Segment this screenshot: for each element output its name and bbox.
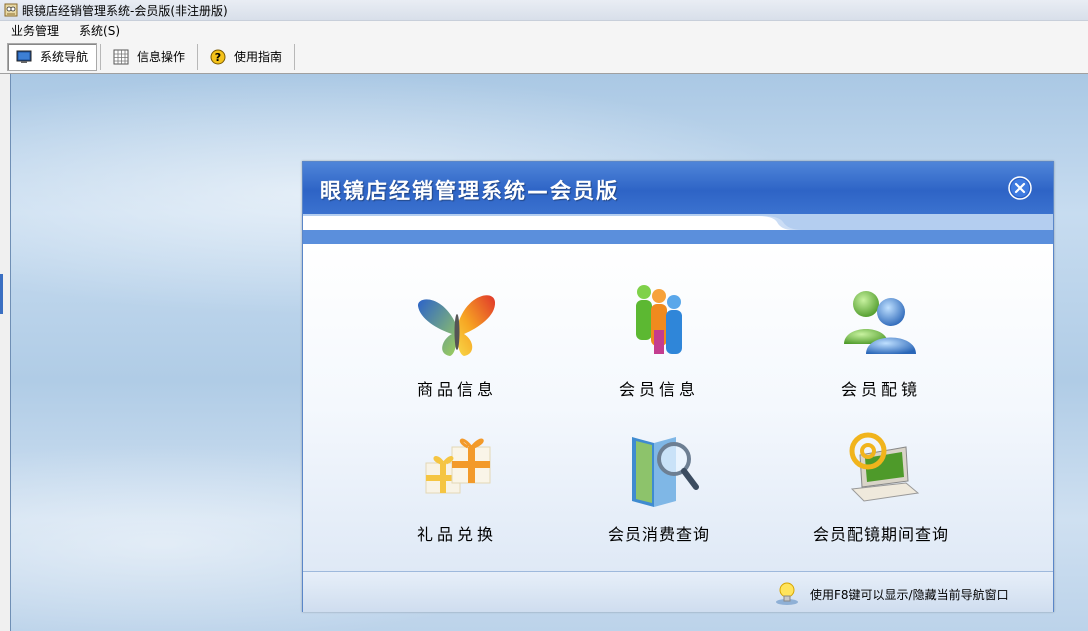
menu-system[interactable]: 系统(S) xyxy=(68,22,129,39)
tile-gift-exchange-label: 礼品兑换 xyxy=(416,525,497,544)
toolbar-separator xyxy=(197,43,199,70)
tile-member-info[interactable]: 会员信息 xyxy=(569,284,749,404)
toolbar-separator xyxy=(294,43,296,70)
lightbulb-icon xyxy=(776,582,798,605)
title-bar: 眼镜店经销管理系统-会员版(非注册版) xyxy=(0,0,1088,21)
navigation-body: 商品信息 会员信息 会员配镜 礼品兑换 会员消费查询 会员配镜期间查询 xyxy=(303,244,1053,571)
tile-glasses-period-query[interactable]: 会员配镜期间查询 xyxy=(791,429,971,549)
navigation-footer: 使用F8键可以显示/隐藏当前导航窗口 xyxy=(303,571,1053,612)
user-guide-button[interactable]: ? 使用指南 xyxy=(201,43,291,71)
grid-icon xyxy=(113,49,129,64)
people-group-icon xyxy=(636,285,682,354)
left-edge xyxy=(0,74,10,631)
tile-member-glasses-label: 会员配镜 xyxy=(840,380,921,399)
system-navigation-button[interactable]: 系统导航 xyxy=(7,42,98,71)
tile-product-info-label: 商品信息 xyxy=(416,380,497,399)
tile-product-info[interactable]: 商品信息 xyxy=(367,284,547,404)
app-icon xyxy=(4,3,18,17)
toolbar: 系统导航 信息操作 ? 使用指南 xyxy=(0,40,1088,74)
gift-icon xyxy=(425,438,491,494)
tile-consumption-query[interactable]: 会员消费查询 xyxy=(569,429,749,549)
info-operation-label: 信息操作 xyxy=(137,50,186,64)
user-guide-label: 使用指南 xyxy=(234,50,283,64)
book-search-icon xyxy=(632,437,699,507)
window-title: 眼镜店经销管理系统-会员版(非注册版) xyxy=(22,3,228,18)
toolbar-separator xyxy=(100,43,102,70)
tile-consumption-query-label: 会员消费查询 xyxy=(607,525,710,544)
navigation-hint: 使用F8键可以显示/隐藏当前导航窗口 xyxy=(810,588,1009,602)
help-icon: ? xyxy=(210,49,226,64)
navigation-window: 眼镜店经销管理系统—会员版 商品信息 会员信息 会员配镜 礼品兑换 会员消费查询… xyxy=(302,161,1054,612)
menu-bar: 业务管理 系统(S) xyxy=(0,21,1088,40)
butterfly-icon xyxy=(417,295,496,356)
info-operation-button[interactable]: 信息操作 xyxy=(104,43,194,71)
tile-glasses-period-query-label: 会员配镜期间查询 xyxy=(812,525,949,544)
close-icon[interactable] xyxy=(1008,176,1032,200)
laptop-email-icon xyxy=(849,432,920,502)
tile-member-glasses[interactable]: 会员配镜 xyxy=(791,284,971,404)
menu-business[interactable]: 业务管理 xyxy=(0,22,68,39)
monitor-icon xyxy=(16,50,32,63)
tile-gift-exchange[interactable]: 礼品兑换 xyxy=(367,429,547,549)
header-wave-band xyxy=(303,214,1053,244)
svg-text:?: ? xyxy=(215,51,221,64)
navigation-header: 眼镜店经销管理系统—会员版 xyxy=(303,162,1053,214)
users-icon xyxy=(844,291,916,354)
navigation-title: 眼镜店经销管理系统—会员版 xyxy=(320,179,619,203)
tile-member-info-label: 会员信息 xyxy=(618,380,699,399)
system-navigation-label: 系统导航 xyxy=(40,50,89,64)
